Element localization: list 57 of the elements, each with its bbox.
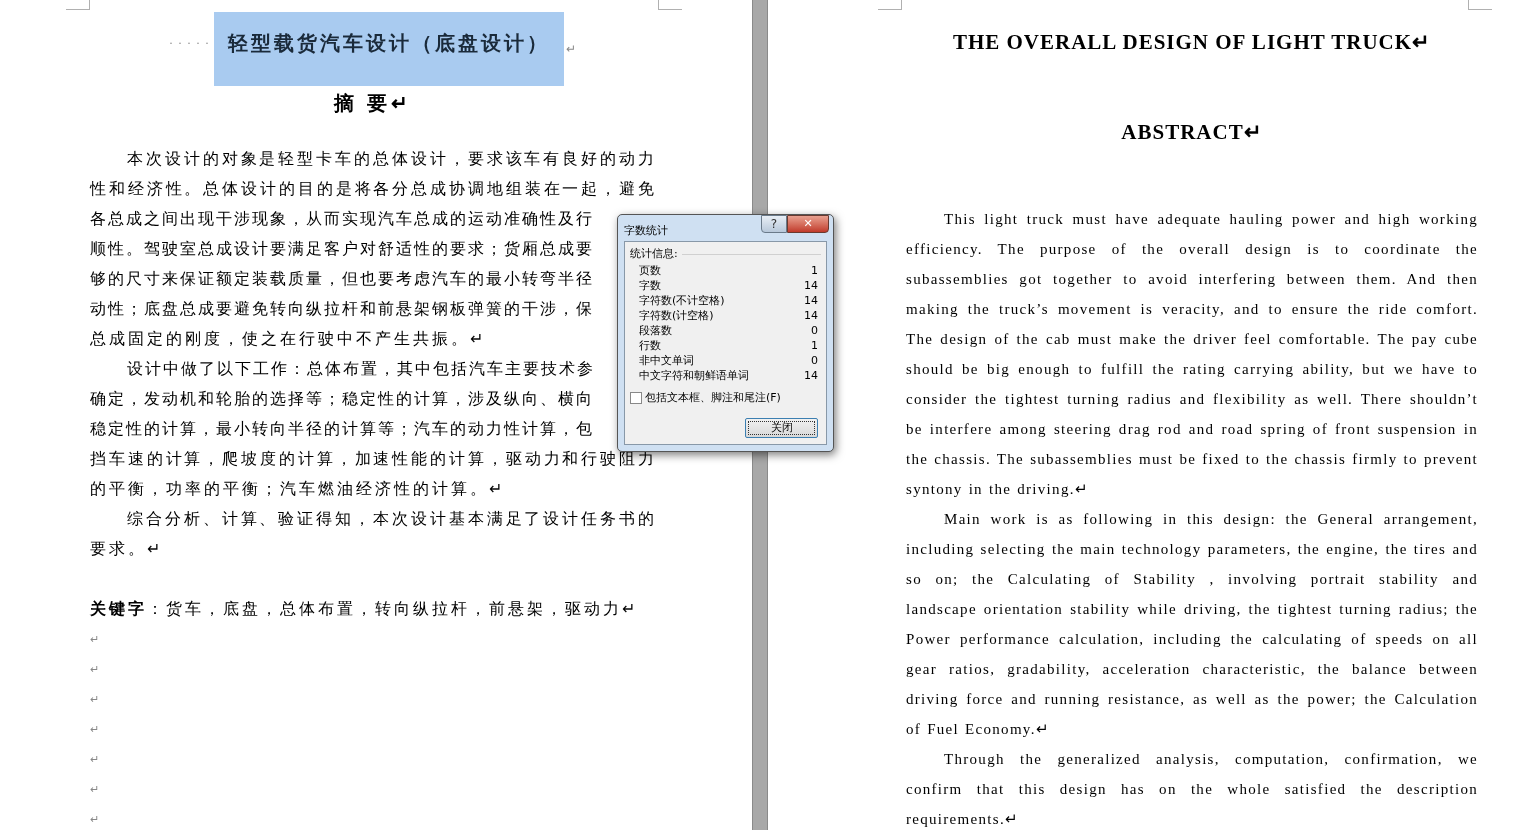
paragraph-mark: ↵ xyxy=(90,722,99,737)
page-corner-mark xyxy=(66,0,90,10)
stat-value: 1 xyxy=(811,262,818,278)
text-line: 要求。↵ xyxy=(90,539,163,559)
paragraph: This light truck must have adequate hauling power and high working efficiency. The purpose of the overall design is to coordinate the subassemblies got together to avoid interfering between them. And then making the truck’s movement is veracity, and to ensure the ride comfort. The design of the cab must make the driver feel comfortable. The pay cube should be big enough to fulfill the rating carrying ability, but we have to consider the tightest turning radius and flexibility as well. There shouldn’t be interfere among steering drag rod and road spring of front suspension in the chassis. The subassemblies must be fixed to the chassis firmly to prevent syntony in the driving.↵ xyxy=(906,210,1478,499)
page-corner-mark xyxy=(878,0,902,10)
text-line: 设计中做了以下工作：总体布置，其中包括汽车主要技术参 xyxy=(126,359,595,379)
text-line: 的平衡，功率的平衡；汽车燃油经济性的计算。↵ xyxy=(90,479,505,499)
stat-label: 行数 xyxy=(639,337,661,353)
stat-label: 段落数 xyxy=(639,322,672,338)
document-title: THE OVERALL DESIGN OF LIGHT TRUCK↵ xyxy=(952,29,1432,56)
dialog-title: 字数统计 xyxy=(624,223,669,239)
group-label: 统计信息: xyxy=(630,246,678,262)
stat-value: 14 xyxy=(804,307,818,323)
paragraph: Main work is as following in this design: the General arrangement, including selecting the main technology parameters, the engine, the tires and so on; the Calculating of Stability , involving portrait stability and landscape orientation stability while driving, the tightest turning radius; the Power performance calculation, including the calculating of speeds on all gear ratios, gradability, acceleration characteristic, the balance between driving force and running resistance, as well as the power; the Calculation of Fuel Economy.↵ xyxy=(906,510,1478,739)
stat-value: 0 xyxy=(811,322,818,338)
text-line: 性和经济性。总体设计的目的是将各分总成协调地组装在一起，避免 xyxy=(90,179,655,199)
page-corner-mark xyxy=(658,0,682,10)
checkbox[interactable] xyxy=(630,391,642,404)
paragraph: Through the generalized analysis, computation, confirmation, we confirm that this design has on the whole satisfied the description requirements.↵ xyxy=(906,750,1478,829)
stat-value: 1 xyxy=(811,337,818,353)
close-dialog-button[interactable]: 关闭 xyxy=(745,418,818,438)
text-line: 本次设计的对象是轻型卡车的总体设计，要求该车有良好的动力 xyxy=(126,149,655,169)
paragraph-mark: ↵ xyxy=(566,41,576,58)
formatting-marks: · · · · · xyxy=(169,35,210,52)
paragraph-mark: ↵ xyxy=(90,692,99,707)
stat-label: 字数 xyxy=(639,277,661,293)
paragraph-mark: ↵ xyxy=(90,752,99,767)
page-corner-mark xyxy=(1468,0,1492,10)
stat-value: 0 xyxy=(811,352,818,368)
stat-label: 字符数(不计空格) xyxy=(639,292,725,308)
paragraph-mark: ↵ xyxy=(90,782,99,797)
text-line: 综合分析、计算、验证得知，本次设计基本满足了设计任务书的 xyxy=(126,509,655,529)
stat-label: 中文字符和朝鲜语单词 xyxy=(639,367,749,383)
paragraph-mark: ↵ xyxy=(90,632,99,647)
text-line: 各总成之间出现干涉现象，从而实现汽车总成的运动准确性及行 xyxy=(90,209,594,229)
text-line: 总成固定的刚度，使之在行驶中不产生共振。↵ xyxy=(90,329,486,349)
abstract-heading: ABSTRACT↵ xyxy=(1121,119,1263,146)
text-line: 顺性。驾驶室总成设计要满足客户对舒适性的要求；货厢总成要 xyxy=(90,239,594,259)
text-line: 挡车速的计算，爬坡度的计算，加速性能的计算，驱动力和行驶阻力 xyxy=(90,449,655,469)
text-line: 动性；底盘总成要避免转向纵拉杆和前悬架钢板弹簧的干涉，保 xyxy=(90,299,594,319)
text-line: 稳定性的计算，最小转向半径的计算等；汽车的动力性计算，包 xyxy=(90,419,594,439)
document-title: 轻型载货汽车设计（底盘设计） xyxy=(214,12,564,86)
keywords-line: 关键字：货车，底盘，总体布置，转向纵拉杆，前悬架，驱动力↵ xyxy=(90,599,639,619)
stat-label: 字符数(计空格) xyxy=(639,307,714,323)
abstract-heading: 摘 要↵ xyxy=(333,91,412,116)
paragraph-mark: ↵ xyxy=(90,662,99,677)
text-line: 够的尺寸来保证额定装载质量，但也要考虑汽车的最小转弯半径 xyxy=(90,269,594,289)
stat-label: 非中文单词 xyxy=(639,352,694,368)
stat-label: 页数 xyxy=(639,262,661,278)
text-line: 确定，发动机和轮胎的选择等；稳定性的计算，涉及纵向、横向 xyxy=(90,389,594,409)
stat-value: 14 xyxy=(804,277,818,293)
help-button[interactable]: ? xyxy=(761,215,787,233)
checkbox-label[interactable]: 包括文本框、脚注和尾注(F) xyxy=(645,389,781,406)
paragraph-mark: ↵ xyxy=(90,812,99,827)
stat-value: 14 xyxy=(804,367,818,383)
stat-value: 14 xyxy=(804,292,818,308)
